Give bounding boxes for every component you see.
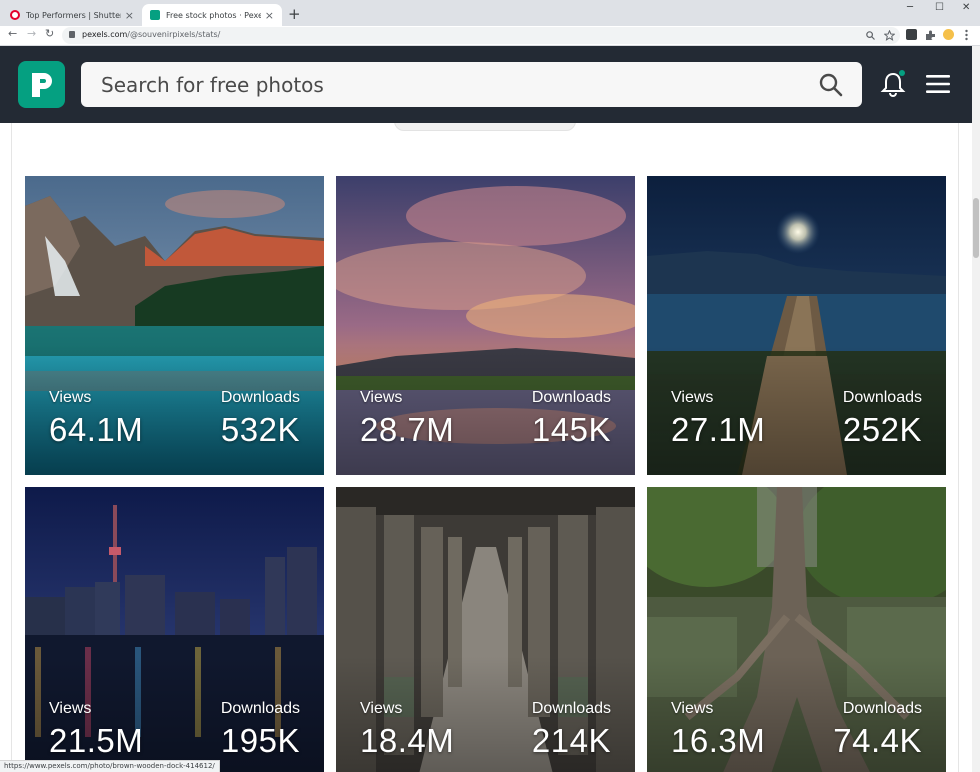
back-button[interactable]: ←: [8, 27, 17, 40]
url-host: pexels.com: [82, 30, 128, 39]
views-count: 64.1M: [49, 411, 144, 448]
views-label: Views: [671, 700, 714, 717]
address-bar[interactable]: pexels.com/@souvenirpixels/stats/: [62, 27, 900, 44]
browser-tab-strip: Top Performers | Shutterstock × Free sto…: [0, 0, 980, 26]
hamburger-menu-icon[interactable]: [926, 75, 950, 93]
extension-icon[interactable]: [906, 29, 917, 40]
tab-close-icon[interactable]: ×: [265, 9, 274, 22]
page-scrollbar[interactable]: [972, 46, 980, 772]
close-window-button[interactable]: ✕: [962, 2, 970, 13]
bookmark-star-icon[interactable]: [884, 30, 895, 41]
reload-button[interactable]: ↻: [45, 27, 54, 40]
search-bar[interactable]: Search for free photos: [81, 62, 862, 107]
tab-shutterstock[interactable]: Top Performers | Shutterstock ×: [2, 4, 142, 26]
tab-close-icon[interactable]: ×: [125, 9, 134, 22]
tab-pexels[interactable]: Free stock photos · Pexels ×: [142, 4, 282, 26]
tab-switch-pill[interactable]: [394, 123, 576, 131]
caption-gradient: [25, 345, 324, 475]
profile-avatar-icon[interactable]: [943, 29, 954, 40]
pexels-favicon-icon: [150, 10, 160, 20]
new-tab-button[interactable]: +: [288, 6, 301, 22]
photo-card[interactable]: Views Downloads 28.7M 145K: [336, 176, 635, 475]
tab-title: Top Performers | Shutterstock: [26, 10, 121, 20]
downloads-count: 532K: [220, 411, 300, 448]
pexels-logo[interactable]: [18, 61, 65, 108]
views-label: Views: [360, 389, 403, 406]
downloads-label: Downloads: [220, 700, 300, 717]
shutterstock-favicon-icon: [10, 10, 20, 20]
caption-gradient: [647, 345, 946, 475]
lock-icon: [69, 31, 75, 38]
search-input[interactable]: Search for free photos: [101, 73, 324, 97]
content-border-left: [11, 123, 12, 772]
site-header: Search for free photos: [0, 46, 972, 123]
pexels-logo-icon: [31, 72, 52, 97]
photo-card[interactable]: Views Downloads 27.1M 252K: [647, 176, 946, 475]
downloads-count: 214K: [531, 722, 611, 759]
views-label: Views: [49, 389, 92, 406]
views-count: 16.3M: [671, 722, 766, 759]
notifications-bell-icon[interactable]: [880, 70, 906, 98]
browser-menu-icon[interactable]: [965, 29, 968, 41]
photo-card[interactable]: Views Downloads 18.4M 214K: [336, 487, 635, 772]
url-path: /@souvenirpixels/stats/: [127, 30, 221, 39]
minimize-button[interactable]: ─: [907, 2, 913, 13]
downloads-count: 252K: [842, 411, 922, 448]
views-count: 21.5M: [49, 722, 144, 759]
downloads-label: Downloads: [531, 700, 611, 717]
views-count: 28.7M: [360, 411, 455, 448]
views-label: Views: [671, 389, 714, 406]
zoom-icon[interactable]: [866, 31, 875, 40]
scrollbar-thumb[interactable]: [973, 198, 979, 258]
photo-card[interactable]: Views Downloads 21.5M 195K: [25, 487, 324, 772]
browser-toolbar: ← → ↻ pexels.com/@souvenirpixels/stats/: [0, 26, 980, 46]
views-label: Views: [49, 700, 92, 717]
views-count: 18.4M: [360, 722, 455, 759]
downloads-label: Downloads: [220, 389, 300, 406]
downloads-label: Downloads: [842, 700, 922, 717]
maximize-button[interactable]: ☐: [935, 2, 944, 13]
photo-card[interactable]: Views Downloads 16.3M 74.4K: [647, 487, 946, 772]
stats-page: Views Downloads 64.1M 532K Views Downloa…: [0, 123, 972, 772]
views-label: Views: [360, 700, 403, 717]
status-bar-url: https://www.pexels.com/photo/brown-woode…: [0, 760, 220, 772]
caption-gradient: [336, 345, 635, 475]
url-text: pexels.com/@souvenirpixels/stats/: [82, 30, 220, 39]
search-icon[interactable]: [819, 73, 843, 97]
downloads-count: 74.4K: [833, 722, 922, 759]
downloads-count: 195K: [220, 722, 300, 759]
downloads-label: Downloads: [842, 389, 922, 406]
content-border-right: [958, 123, 959, 772]
downloads-label: Downloads: [531, 389, 611, 406]
views-count: 27.1M: [671, 411, 766, 448]
forward-button[interactable]: →: [27, 27, 36, 40]
tab-title: Free stock photos · Pexels: [166, 10, 261, 20]
photo-card[interactable]: Views Downloads 64.1M 532K: [25, 176, 324, 475]
downloads-count: 145K: [531, 411, 611, 448]
extensions-puzzle-icon[interactable]: [925, 30, 936, 41]
